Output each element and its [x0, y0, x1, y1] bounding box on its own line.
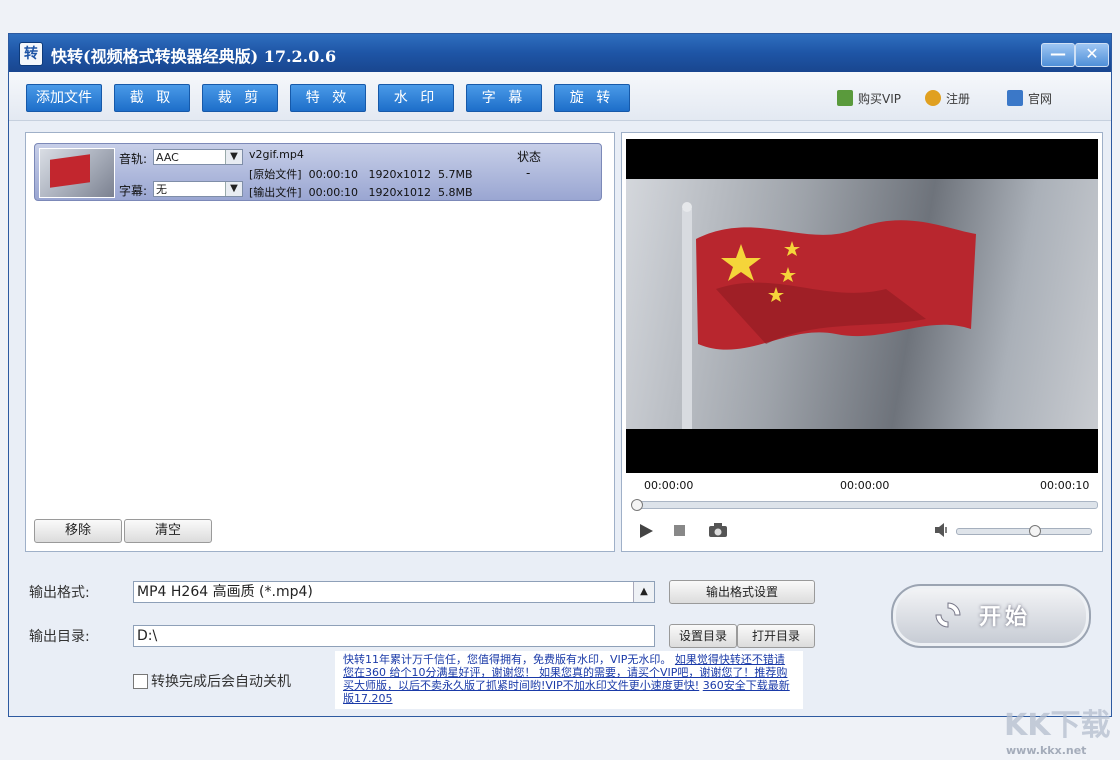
file-list-item[interactable]: 音轨: AAC ▼ 字幕: 无 ▼ v2gif.mp4 [原始文件] 00:00…: [34, 143, 602, 201]
status-value: -: [526, 166, 531, 180]
play-icon[interactable]: [638, 523, 654, 539]
watermark-url: www.kkx.net: [1006, 744, 1087, 757]
notice-box: 快转11年累计万千信任，您值得拥有，免费版有水印，VIP无水印。 如果觉得快转还…: [335, 651, 803, 709]
app-icon: 转: [19, 42, 43, 66]
start-button[interactable]: 开始: [891, 584, 1091, 648]
status-header: 状态: [517, 150, 542, 164]
audio-track-select[interactable]: AAC ▼: [153, 149, 243, 165]
start-label: 开始: [979, 605, 1032, 630]
video-preview[interactable]: [626, 139, 1098, 473]
file-name: v2gif.mp4: [249, 148, 304, 161]
close-button[interactable]: ✕: [1075, 43, 1109, 67]
website-label: 官网: [1028, 92, 1053, 106]
trim-button[interactable]: 截 取: [114, 84, 190, 112]
subtitle-label: 字幕:: [119, 184, 148, 198]
remove-button[interactable]: 移除: [34, 519, 122, 543]
preview-panel: 00:00:00 00:00:00 00:00:10: [621, 132, 1103, 552]
auto-shutdown-checkbox[interactable]: [133, 674, 148, 689]
volume-handle[interactable]: [1029, 525, 1041, 537]
clear-button[interactable]: 清空: [124, 519, 212, 543]
medal-icon: [925, 90, 941, 106]
auto-shutdown-label: 转换完成后会自动关机: [151, 674, 291, 690]
output-dir-label: 输出目录:: [29, 629, 90, 645]
output-format-label: 输出格式:: [29, 585, 90, 601]
volume-slider[interactable]: [956, 525, 1092, 537]
output-file-info: [输出文件] 00:00:10 1920x1012 5.8MB: [249, 186, 473, 199]
chevron-up-icon: ▲: [633, 582, 654, 602]
flag-image: [682, 202, 976, 429]
register-label: 注册: [946, 92, 971, 106]
seek-handle[interactable]: [631, 499, 643, 511]
watermark-logo: KK下载: [1004, 708, 1111, 743]
home-icon: [1007, 90, 1023, 106]
cart-icon: [837, 90, 853, 106]
title-bar[interactable]: 转 快转(视频格式转换器经典版) 17.2.0.6 — ✕: [9, 34, 1111, 72]
set-dir-button[interactable]: 设置目录: [669, 624, 737, 648]
effects-button[interactable]: 特 效: [290, 84, 366, 112]
rotate-button[interactable]: 旋 转: [554, 84, 630, 112]
video-frame: [626, 179, 1098, 429]
subtitle-button[interactable]: 字 幕: [466, 84, 542, 112]
buy-vip-label: 购买VIP: [858, 92, 901, 106]
app-window: 转 快转(视频格式转换器经典版) 17.2.0.6 — ✕ 添加文件 截 取 裁…: [8, 33, 1112, 717]
crop-button[interactable]: 裁 剪: [202, 84, 278, 112]
website-link[interactable]: 官网: [1007, 90, 1052, 107]
refresh-icon: [935, 602, 961, 628]
buy-vip-link[interactable]: 购买VIP: [837, 90, 901, 107]
speaker-icon[interactable]: [934, 523, 950, 537]
watermark-button[interactable]: 水 印: [378, 84, 454, 112]
window-title: 快转(视频格式转换器经典版) 17.2.0.6: [51, 47, 337, 66]
file-list-panel: 音轨: AAC ▼ 字幕: 无 ▼ v2gif.mp4 [原始文件] 00:00…: [25, 132, 615, 552]
chevron-down-icon: ▼: [225, 182, 242, 196]
time-current: 00:00:00: [840, 479, 890, 492]
stop-icon[interactable]: [674, 525, 685, 536]
minimize-button[interactable]: —: [1041, 43, 1075, 67]
output-dir-field[interactable]: D:\: [133, 625, 655, 647]
camera-icon[interactable]: [708, 522, 728, 538]
format-settings-button[interactable]: 输出格式设置: [669, 580, 815, 604]
subtitle-select[interactable]: 无 ▼: [153, 181, 243, 197]
open-dir-button[interactable]: 打开目录: [737, 624, 815, 648]
video-thumbnail: [39, 148, 115, 198]
time-start: 00:00:00: [644, 479, 694, 492]
seek-bar[interactable]: [631, 499, 1098, 511]
time-end: 00:00:10: [1040, 479, 1090, 492]
notice-text: 快转11年累计万千信任，您值得拥有，免费版有水印，VIP无水印。: [343, 653, 672, 666]
output-format-select[interactable]: MP4 H264 高画质 (*.mp4) ▲: [133, 581, 655, 603]
toolbar: 添加文件 截 取 裁 剪 特 效 水 印 字 幕 旋 转 购买VIP 注册 官网: [9, 72, 1111, 121]
source-file-info: [原始文件] 00:00:10 1920x1012 5.7MB: [249, 168, 473, 181]
add-file-button[interactable]: 添加文件: [26, 84, 102, 112]
register-link[interactable]: 注册: [925, 90, 970, 107]
chevron-down-icon: ▼: [225, 150, 242, 164]
audio-track-label: 音轨:: [119, 152, 148, 166]
